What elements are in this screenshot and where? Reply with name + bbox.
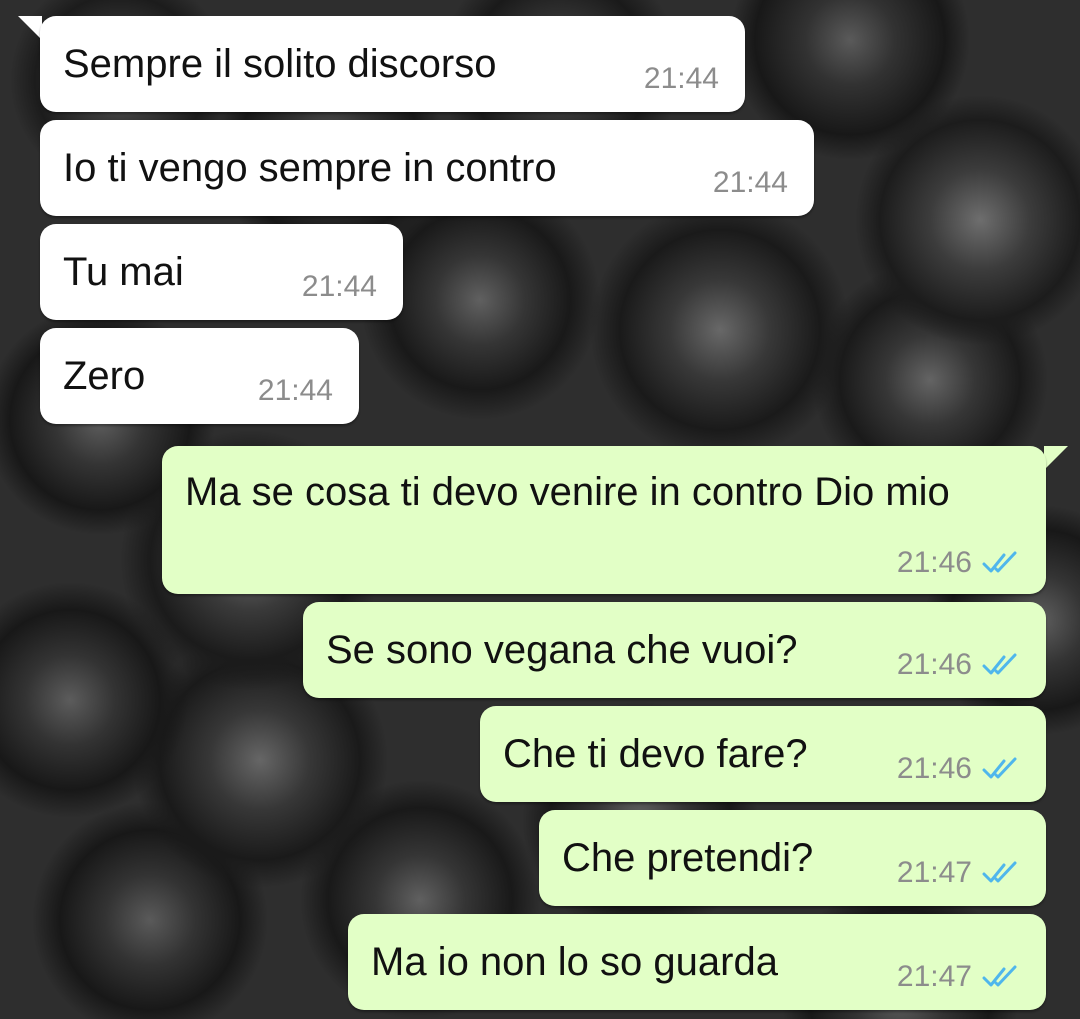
message-outgoing[interactable]: Che ti devo fare? 21:46: [480, 706, 1046, 802]
message-meta: 21:46: [897, 752, 1020, 786]
message-time: 21:44: [301, 270, 377, 303]
message-text: Io ti vengo sempre in contro: [63, 146, 557, 190]
message-outgoing[interactable]: Che pretendi? 21:47: [539, 810, 1046, 906]
message-meta: 21:47: [897, 960, 1020, 994]
message-time: 21:47: [896, 960, 972, 993]
incoming-bubble-tail: [18, 16, 42, 40]
message-meta: 21:44: [258, 374, 333, 408]
message-text: Zero: [63, 354, 146, 398]
message-text: Che ti devo fare?: [503, 732, 808, 776]
double-check-icon: [982, 653, 1017, 675]
message-text: Ma io non lo so guarda: [371, 940, 778, 984]
message-meta: 21:47: [897, 856, 1020, 890]
message-incoming[interactable]: Sempre il solito discorso 21:44: [40, 16, 745, 112]
message-outgoing[interactable]: Se sono vegana che vuoi? 21:46: [303, 602, 1046, 698]
message-time: 21:44: [712, 166, 788, 199]
double-check-icon: [982, 551, 1017, 573]
message-text: Tu mai: [63, 250, 184, 294]
message-text: Che pretendi?: [562, 836, 814, 880]
message-time: 21:46: [896, 648, 972, 681]
message-meta: 21:46: [897, 546, 1020, 580]
message-meta: 21:44: [713, 166, 788, 200]
message-time: 21:47: [896, 856, 972, 889]
chat-area[interactable]: Sempre il solito discorso 21:44 Io ti ve…: [0, 0, 1080, 1019]
message-text: Se sono vegana che vuoi?: [326, 628, 798, 672]
message-outgoing[interactable]: Ma io non lo so guarda 21:47: [348, 914, 1046, 1010]
message-meta: 21:46: [897, 648, 1020, 682]
outgoing-bubble-tail: [1044, 446, 1068, 470]
message-time: 21:46: [896, 546, 972, 579]
message-meta: 21:44: [302, 270, 377, 304]
double-check-icon: [982, 757, 1017, 779]
message-incoming[interactable]: Io ti vengo sempre in contro 21:44: [40, 120, 814, 216]
message-text: Ma se cosa ti devo venire in contro Dio …: [185, 470, 950, 514]
message-incoming[interactable]: Tu mai 21:44: [40, 224, 403, 320]
double-check-icon: [982, 965, 1017, 987]
double-check-icon: [982, 861, 1017, 883]
message-text: Sempre il solito discorso: [63, 42, 497, 86]
message-outgoing[interactable]: Ma se cosa ti devo venire in contro Dio …: [162, 446, 1046, 594]
message-meta: 21:44: [644, 62, 719, 96]
message-time: 21:46: [896, 752, 972, 785]
message-time: 21:44: [257, 374, 333, 407]
message-incoming[interactable]: Zero 21:44: [40, 328, 359, 424]
message-time: 21:44: [643, 62, 719, 95]
